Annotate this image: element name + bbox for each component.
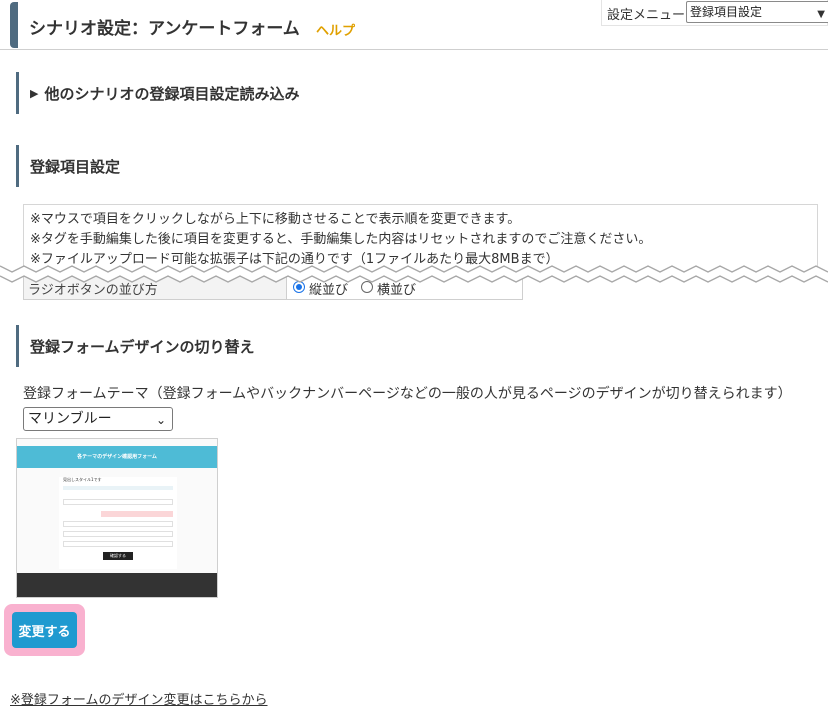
section-import-toggle[interactable]: ▶ 他のシナリオの登録項目設定読み込み: [16, 72, 299, 114]
preview-required-field: [101, 511, 173, 517]
preview-header: 各テーマのデザイン確認用フォーム: [17, 446, 217, 468]
theme-preview-image: 各テーマのデザイン確認用フォーム 見出しスタイル1です 確認する: [16, 438, 218, 598]
settings-menu-selected: 登録項目設定: [690, 5, 763, 19]
settings-menu-label: 設定メニュー: [607, 8, 686, 23]
preview-field: [63, 531, 173, 537]
section-fields-heading: 登録項目設定: [16, 145, 120, 187]
notice-line: ※タグを手動編集した後に項目を変更すると、手動編集した内容はリセットされますので…: [30, 232, 652, 247]
page-title: シナリオ設定：アンケートフォーム: [29, 19, 300, 39]
preview-title: 見出しスタイル1です: [63, 477, 102, 482]
help-link[interactable]: ヘルプ: [316, 20, 355, 39]
design-change-link[interactable]: ※登録フォームのデザイン変更はこちらから: [10, 689, 268, 708]
preview-footer: [17, 573, 217, 597]
preview-field: [63, 541, 173, 547]
preview-field: [63, 499, 173, 505]
chevron-down-icon: ⌄: [155, 413, 166, 427]
chevron-down-icon: ▼: [817, 9, 825, 20]
title-accent-bar: [10, 2, 18, 48]
torn-edge-divider: [0, 265, 828, 283]
triangle-right-icon: ▶: [30, 86, 39, 100]
theme-selected: マリンブルー: [28, 411, 112, 427]
preview-confirm-button: 確認する: [103, 552, 133, 560]
preview-form-card: 見出しスタイル1です 確認する: [59, 477, 177, 569]
section-design-title: 登録フォームデザインの切り替え: [30, 337, 255, 356]
section-import-title: 他のシナリオの登録項目設定読み込み: [44, 84, 300, 103]
settings-menu-select[interactable]: 登録項目設定 ▼: [686, 1, 828, 23]
change-button-highlight: 変更する: [4, 604, 85, 656]
preview-field: [63, 521, 173, 527]
notice-line: ※マウスで項目をクリックしながら上下に移動させることで表示順を変更できます。: [30, 212, 521, 227]
theme-select[interactable]: マリンブルー ⌄: [23, 407, 173, 431]
preview-subheading: [63, 486, 173, 490]
section-fields-title: 登録項目設定: [30, 157, 121, 176]
settings-menu: 設定メニュー 登録項目設定 ▼: [601, 0, 828, 26]
section-design-heading: 登録フォームデザインの切り替え: [16, 325, 255, 367]
change-button[interactable]: 変更する: [12, 612, 77, 648]
theme-label: 登録フォームテーマ（登録フォームやバックナンバーページなどの一般の人が見るページ…: [23, 386, 792, 402]
